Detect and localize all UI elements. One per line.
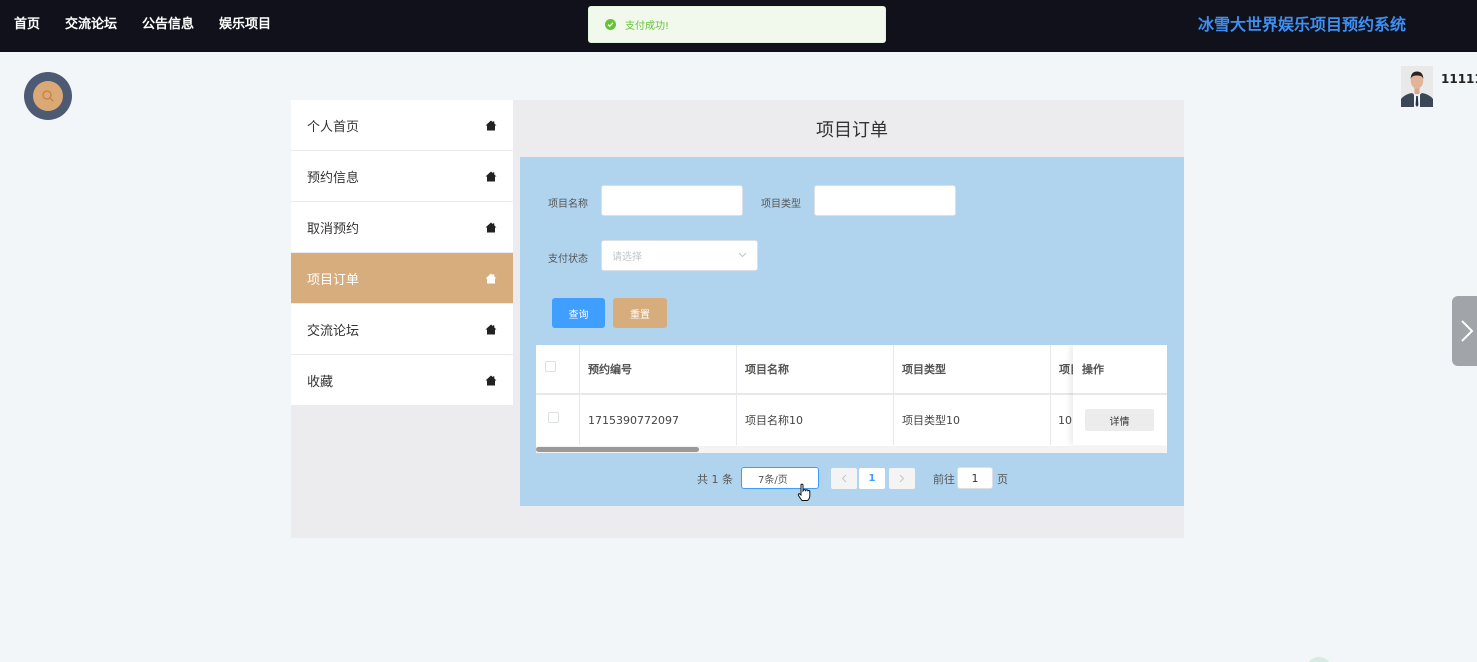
- home-icon: [485, 171, 497, 181]
- table-cell-order-id: 1715390772097: [588, 413, 679, 427]
- next-page-button[interactable]: [889, 468, 915, 489]
- chevron-right-icon: [1461, 320, 1474, 342]
- page-title: 项目订单: [816, 119, 888, 141]
- detail-button[interactable]: 详情: [1085, 409, 1154, 431]
- page-suffix-label: 页: [997, 473, 1008, 486]
- project-name-label: 项目名称: [548, 199, 588, 210]
- sidebar-item-label: 项目订单: [307, 272, 360, 288]
- column-header: 项目名称: [745, 363, 789, 376]
- chevron-down-icon: [738, 252, 747, 258]
- payment-status-placeholder: 请选择: [612, 252, 642, 263]
- page-number-button[interactable]: 1: [859, 468, 885, 489]
- order-list-section: 项目名称 项目类型 支付状态 请选择 查询 重置 预约编号 项目名称 项目类型 …: [520, 157, 1184, 506]
- query-button[interactable]: 查询: [552, 298, 605, 328]
- scrollbar-thumb[interactable]: [536, 447, 699, 452]
- nav-entertainment[interactable]: 娱乐项目: [219, 13, 271, 32]
- side-drawer-toggle[interactable]: [1452, 296, 1477, 366]
- column-header: 项目: [1059, 363, 1073, 376]
- table-cell-project-name: 项目名称10: [745, 414, 803, 427]
- prev-page-button[interactable]: [831, 468, 857, 489]
- home-icon: [485, 375, 497, 385]
- select-all-checkbox[interactable]: [545, 361, 556, 372]
- chevron-right-icon: [899, 474, 905, 483]
- table-cell-project-type: 项目类型10: [902, 414, 960, 427]
- header-divider: [1073, 393, 1167, 395]
- sidebar-item-label: 个人首页: [307, 119, 360, 135]
- sidebar-item-forum[interactable]: 交流论坛: [291, 304, 513, 355]
- nav-home[interactable]: 首页: [14, 13, 40, 32]
- decorative-circle: [1306, 657, 1332, 662]
- home-icon: [485, 222, 497, 232]
- fixed-action-column: 操作 详情: [1073, 345, 1167, 445]
- project-name-input[interactable]: [601, 185, 743, 216]
- avatar[interactable]: [1401, 66, 1433, 107]
- column-header: 项目类型: [902, 363, 946, 376]
- goto-page-input[interactable]: 1: [957, 467, 993, 489]
- sidebar-item-favorites[interactable]: 收藏: [291, 355, 513, 406]
- search-button[interactable]: [24, 72, 72, 120]
- payment-status-select[interactable]: 请选择: [601, 240, 758, 271]
- home-icon: [485, 273, 497, 283]
- hand-cursor-icon: [797, 483, 811, 501]
- page-size-value: 7条/页: [758, 474, 788, 486]
- column-header: 操作: [1082, 363, 1104, 376]
- chevron-left-icon: [841, 474, 847, 483]
- content-area: 项目订单 项目名称 项目类型 支付状态 请选择 查询 重置 预约编号 项目名称 …: [520, 100, 1184, 506]
- row-checkbox[interactable]: [548, 412, 559, 423]
- home-icon: [485, 324, 497, 334]
- username: 11111: [1441, 72, 1477, 86]
- sidebar: 个人首页 预约信息 取消预约 项目订单 交流论坛 收藏: [291, 100, 513, 406]
- reset-button[interactable]: 重置: [613, 298, 667, 328]
- success-toast: 支付成功!: [588, 6, 886, 43]
- pagination-total: 共 1 条: [697, 473, 733, 486]
- column-header: 预约编号: [588, 363, 632, 376]
- payment-status-label: 支付状态: [548, 254, 588, 265]
- project-type-input[interactable]: [814, 185, 956, 216]
- sidebar-item-label: 交流论坛: [307, 323, 360, 339]
- sidebar-item-cancel-reservation[interactable]: 取消预约: [291, 202, 513, 253]
- search-icon: [33, 81, 63, 111]
- site-title: 冰雪大世界娱乐项目预约系统: [1198, 15, 1407, 34]
- table-cell-truncated: 10: [1058, 413, 1072, 427]
- sidebar-item-project-orders[interactable]: 项目订单: [291, 253, 513, 304]
- sidebar-item-label: 预约信息: [307, 170, 360, 186]
- sidebar-item-label: 收藏: [307, 374, 334, 390]
- sidebar-item-profile[interactable]: 个人首页: [291, 100, 513, 151]
- nav-notices[interactable]: 公告信息: [142, 13, 194, 32]
- toast-message: 支付成功!: [625, 21, 670, 32]
- project-type-label: 项目类型: [761, 199, 801, 210]
- home-icon: [485, 120, 497, 130]
- success-check-icon: [605, 19, 616, 30]
- sidebar-item-reservations[interactable]: 预约信息: [291, 151, 513, 202]
- nav-forum[interactable]: 交流论坛: [65, 13, 117, 32]
- main-panel: 个人首页 预约信息 取消预约 项目订单 交流论坛 收藏 项目订单 项目名称 项目…: [291, 100, 1184, 538]
- goto-label: 前往: [933, 473, 955, 486]
- sidebar-item-label: 取消预约: [307, 221, 360, 237]
- main-nav: 首页 交流论坛 公告信息 娱乐项目: [14, 0, 296, 44]
- orders-table: 预约编号 项目名称 项目类型 项目 1715390772097 项目名称10 项…: [536, 345, 1167, 453]
